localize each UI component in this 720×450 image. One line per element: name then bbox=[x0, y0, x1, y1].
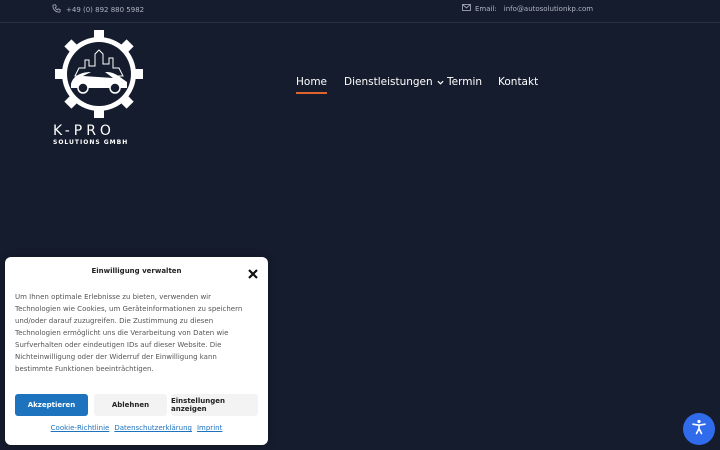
phone-icon bbox=[52, 4, 61, 15]
nav-services-label[interactable]: Dienstleistungen bbox=[344, 76, 433, 88]
nav-termin[interactable]: Termin bbox=[447, 76, 482, 88]
email-label: Email: bbox=[475, 4, 497, 13]
nav-home-label[interactable]: Home bbox=[296, 76, 327, 88]
settings-button[interactable]: Einstellungen anzeigen bbox=[171, 394, 258, 416]
chevron-down-icon[interactable] bbox=[437, 76, 444, 88]
consent-title: Einwilligung verwalten bbox=[91, 267, 182, 275]
gear-car-logo-icon bbox=[55, 30, 143, 118]
phone-number[interactable]: +49 (0) 892 880 5982 bbox=[66, 6, 144, 14]
phone-contact[interactable]: +49 (0) 892 880 5982 bbox=[52, 4, 144, 15]
consent-body-text: Um Ihnen optimale Erlebnisse zu bieten, … bbox=[15, 293, 243, 373]
site-logo[interactable]: K-PRO SOLUTIONS GMBH bbox=[52, 30, 152, 150]
top-bar: +49 (0) 892 880 5982 Email: info@autosol… bbox=[0, 0, 720, 23]
accept-button[interactable]: Akzeptieren bbox=[15, 394, 88, 416]
nav-termin-label[interactable]: Termin bbox=[447, 76, 482, 88]
accessibility-icon bbox=[691, 419, 707, 439]
nav-home[interactable]: Home bbox=[296, 76, 328, 94]
privacy-policy-link[interactable]: Datenschutzerklärung bbox=[114, 424, 192, 432]
logo-subtitle: SOLUTIONS GMBH bbox=[53, 139, 129, 146]
imprint-link[interactable]: Imprint bbox=[197, 424, 222, 432]
accessibility-button[interactable] bbox=[683, 413, 715, 445]
nav-kontakt-label[interactable]: Kontakt bbox=[498, 76, 538, 88]
email-address[interactable]: info@autosolutionkp.com bbox=[504, 5, 593, 13]
logo-brand-text: K-PRO bbox=[53, 123, 115, 139]
email-contact[interactable]: Email: info@autosolutionkp.com bbox=[462, 4, 593, 13]
cookie-consent-dialog: Einwilligung verwalten Um Ihnen optimale… bbox=[5, 257, 268, 445]
deny-button[interactable]: Ablehnen bbox=[94, 394, 167, 416]
envelope-icon bbox=[462, 4, 471, 13]
close-icon[interactable] bbox=[247, 265, 259, 279]
consent-links: Cookie-Richtlinie Datenschutzerklärung I… bbox=[5, 424, 268, 432]
nav-kontakt[interactable]: Kontakt bbox=[498, 76, 538, 88]
cookie-policy-link[interactable]: Cookie-Richtlinie bbox=[51, 424, 110, 432]
nav-services[interactable]: Dienstleistungen bbox=[344, 76, 444, 88]
